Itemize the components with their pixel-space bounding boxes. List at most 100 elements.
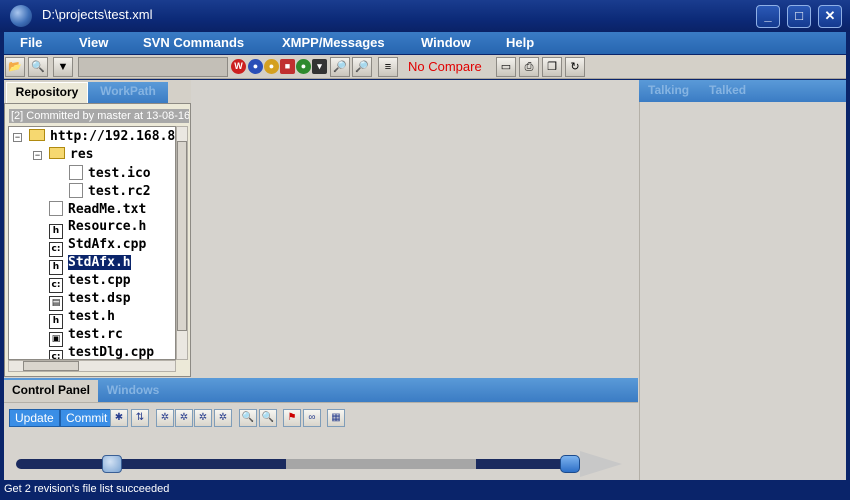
copy-icon[interactable]: ❐ bbox=[542, 57, 562, 77]
commit-button[interactable]: Commit bbox=[60, 409, 114, 427]
revision-slider-end[interactable] bbox=[560, 455, 580, 473]
app-icon bbox=[10, 5, 32, 27]
calendar-icon[interactable]: ▦ bbox=[327, 409, 345, 427]
tree-item-label: test.rc bbox=[68, 327, 123, 342]
maximize-button[interactable]: □ bbox=[787, 5, 811, 28]
unlock-icon[interactable]: ✲ bbox=[194, 409, 212, 427]
toolbar: 📂 🔍 ▼ W ● ● ■ ● ▾ 🔎 🔎 ≡ No Compare ▭ ⎙ ❐… bbox=[4, 55, 846, 79]
control-panel: Update Commit ✱ ⇅ ✲ ✲ ✲ ✲ 🔍 🔍 ⚑ ∞ ▦ bbox=[4, 402, 638, 480]
revision-slider-thumb[interactable] bbox=[102, 455, 122, 473]
tab-control-panel[interactable]: Control Panel bbox=[4, 380, 98, 402]
flag-icon[interactable]: ⚑ bbox=[283, 409, 301, 427]
file-icon bbox=[69, 183, 83, 198]
tree-item[interactable]: ▣ test.rc bbox=[49, 327, 123, 347]
update-button[interactable]: Update bbox=[9, 409, 60, 427]
path-combo[interactable] bbox=[78, 57, 228, 77]
link-icon[interactable]: ∞ bbox=[303, 409, 321, 427]
find-next-icon[interactable]: 🔎 bbox=[352, 57, 372, 77]
repository-panel: [2] Committed by master at 13-08-16 − htt… bbox=[4, 103, 191, 377]
tree-item[interactable]: c: StdAfx.cpp bbox=[49, 237, 147, 257]
tree-horizontal-scroll-thumb[interactable] bbox=[23, 361, 79, 371]
tree-item-label: ReadMe.txt bbox=[68, 202, 147, 217]
menu-bar: File View SVN Commands XMPP/Messages Win… bbox=[4, 32, 846, 54]
window-title: D:\projects\test.xml bbox=[42, 7, 153, 22]
tree-horizontal-scrollbar[interactable] bbox=[8, 360, 176, 372]
tree-vertical-scrollbar[interactable] bbox=[176, 126, 188, 360]
tree-item-label: res bbox=[70, 147, 94, 162]
tree-expander[interactable]: − bbox=[13, 133, 22, 142]
refresh-icon[interactable]: ↻ bbox=[565, 57, 585, 77]
tree-item[interactable]: http://192.168.8 bbox=[29, 129, 175, 147]
tree-item-label: Resource.h bbox=[68, 219, 147, 234]
tree-item[interactable]: c: testDlg.cpp bbox=[49, 345, 155, 360]
tree-item-label: http://192.168.8 bbox=[50, 129, 176, 144]
revision-slider-range bbox=[286, 459, 476, 469]
title-bar: D:\projects\test.xml _ □ ✕ bbox=[0, 0, 850, 32]
tree-item-label: StdAfx.cpp bbox=[68, 237, 147, 252]
w-icon[interactable]: W bbox=[231, 59, 246, 74]
tree-item[interactable]: res bbox=[49, 147, 93, 165]
menu-svn-commands[interactable]: SVN Commands bbox=[143, 35, 244, 50]
print-icon[interactable]: ⎙ bbox=[519, 57, 539, 77]
tab-workpath[interactable]: WorkPath bbox=[88, 82, 168, 103]
filter-icon[interactable]: ▼ bbox=[53, 57, 73, 77]
folder-icon bbox=[29, 129, 45, 141]
find-icon[interactable]: 🔎 bbox=[330, 57, 350, 77]
editor-area bbox=[192, 80, 638, 377]
lock-icon[interactable]: ✲ bbox=[175, 409, 193, 427]
stop-icon[interactable]: ■ bbox=[280, 59, 295, 74]
control-panel-tabs: Control Panel Windows bbox=[4, 378, 638, 402]
menu-file[interactable]: File bbox=[20, 35, 42, 50]
minimize-button[interactable]: _ bbox=[756, 5, 780, 28]
tree-vertical-scroll-thumb[interactable] bbox=[177, 141, 187, 331]
tree-item-label: test.rc2 bbox=[88, 184, 151, 199]
close-button[interactable]: ✕ bbox=[818, 5, 842, 28]
connect-icon[interactable]: ● bbox=[296, 59, 311, 74]
log-search-icon[interactable]: 🔍 bbox=[239, 409, 257, 427]
menu-window[interactable]: Window bbox=[421, 35, 471, 50]
search-icon[interactable]: 🔍 bbox=[28, 57, 48, 77]
tab-talked[interactable]: Talked bbox=[709, 83, 746, 97]
tree-item[interactable]: h StdAfx.h bbox=[49, 254, 132, 275]
tree-item[interactable]: c: test.cpp bbox=[49, 273, 131, 293]
xmpp-icon[interactable]: ● bbox=[248, 59, 263, 74]
repository-tabs: Repository WorkPath bbox=[4, 80, 191, 103]
menu-view[interactable]: View bbox=[79, 35, 108, 50]
folder-icon bbox=[49, 147, 65, 159]
status-text: Get 2 revision's file list succeeded bbox=[4, 483, 170, 495]
tree-item[interactable]: h test.h bbox=[49, 309, 115, 329]
merge-icon[interactable]: ✱ bbox=[110, 409, 128, 427]
menu-xmpp-messages[interactable]: XMPP/Messages bbox=[282, 35, 385, 50]
repository-tree[interactable]: − http://192.168.8− res test.ico test.rc2 Rea… bbox=[8, 126, 176, 360]
diff-icon[interactable]: ▭ bbox=[496, 57, 516, 77]
dropdown-icon[interactable]: ▾ bbox=[312, 59, 327, 74]
menu-help[interactable]: Help bbox=[506, 35, 534, 50]
tree-item[interactable]: h Resource.h bbox=[49, 219, 147, 239]
compare-status: No Compare bbox=[408, 59, 482, 74]
open-folder-icon[interactable]: 📂 bbox=[5, 57, 25, 77]
blame-search-icon[interactable]: 🔍 bbox=[259, 409, 277, 427]
user-icon[interactable]: ● bbox=[264, 59, 279, 74]
tree-item[interactable]: test.rc2 bbox=[69, 183, 151, 201]
tree-item[interactable]: test.ico bbox=[69, 165, 151, 183]
file-icon bbox=[69, 165, 83, 180]
file-icon bbox=[49, 201, 63, 216]
next-arrow-icon[interactable] bbox=[580, 451, 622, 477]
tree-item-label: test.cpp bbox=[68, 273, 131, 288]
compare-icon[interactable]: ≡ bbox=[378, 57, 398, 77]
tree-item-label: testDlg.cpp bbox=[68, 345, 155, 360]
chat-panel bbox=[639, 102, 846, 480]
tree-item-label: test.ico bbox=[88, 166, 151, 181]
chat-tabs: Talking Talked bbox=[639, 80, 846, 102]
tree-item[interactable]: ReadMe.txt bbox=[49, 201, 146, 219]
tab-repository[interactable]: Repository bbox=[6, 82, 88, 103]
cleanup-icon[interactable]: ✲ bbox=[214, 409, 232, 427]
tree-item-label: test.dsp bbox=[68, 291, 131, 306]
tree-expander[interactable]: − bbox=[33, 151, 42, 160]
branch-icon[interactable]: ⇅ bbox=[131, 409, 149, 427]
commit-info: [2] Committed by master at 13-08-16 bbox=[9, 109, 189, 123]
tab-windows[interactable]: Windows bbox=[98, 380, 168, 402]
tab-talking[interactable]: Talking bbox=[648, 83, 689, 97]
revert-icon[interactable]: ✲ bbox=[156, 409, 174, 427]
tree-item[interactable]: ▤ test.dsp bbox=[49, 291, 131, 311]
